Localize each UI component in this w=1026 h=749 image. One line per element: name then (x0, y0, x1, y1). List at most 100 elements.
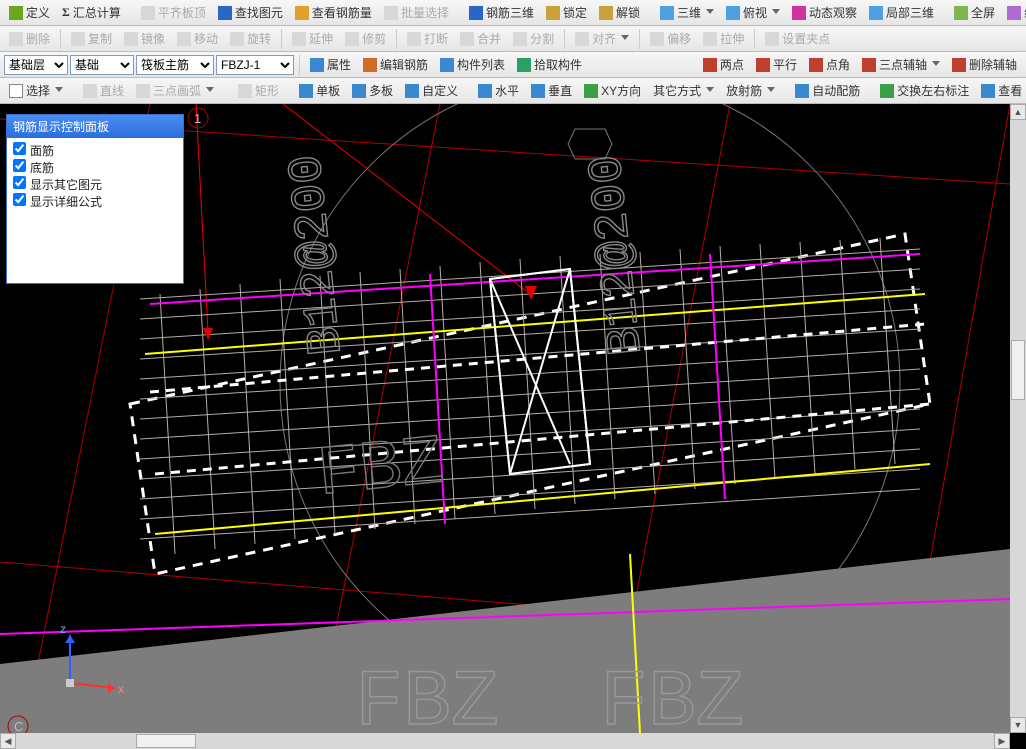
other-methods-button[interactable]: 其它方式 (648, 79, 719, 102)
horizontal-button[interactable]: 水平 (473, 79, 524, 102)
unlock-button[interactable]: 解锁 (594, 1, 645, 24)
subcategory-select[interactable]: 筏板主筋 (136, 55, 214, 75)
single-board-button[interactable]: 单板 (294, 79, 345, 102)
line-button[interactable]: 直线 (78, 79, 129, 102)
toolbar-row-3: 基础层 基础 筏板主筋 FBZJ-1 属性 编辑钢筋 构件列表 拾取构件 两点 … (0, 52, 1026, 78)
arc-icon (136, 84, 150, 98)
find-element-button[interactable]: 查找图元 (213, 1, 288, 24)
scroll-right-button[interactable]: ▶ (994, 733, 1010, 749)
fullscreen-icon (954, 6, 968, 20)
panel-item-bottom-rebar[interactable]: 底筋 (13, 159, 177, 176)
scroll-down-button[interactable]: ▼ (1010, 717, 1026, 733)
select-button[interactable]: 选择 (4, 79, 68, 102)
split-button[interactable]: 分割 (508, 27, 559, 50)
grid-bubble-1: 1 (194, 111, 201, 126)
trim-button[interactable]: 修剪 (340, 27, 391, 50)
zoom-button[interactable]: 缩放 (1002, 1, 1026, 24)
offset-button[interactable]: 偏移 (645, 27, 696, 50)
cursor-icon (9, 84, 23, 98)
rect-icon (238, 84, 252, 98)
radial-rebar-button[interactable]: 放射筋 (721, 79, 780, 102)
fullscreen-button[interactable]: 全屏 (949, 1, 1000, 24)
three-point-aux-button[interactable]: 三点辅轴 (857, 53, 945, 76)
unlock-icon (599, 6, 613, 20)
rebar-3d-button[interactable]: 钢筋三维 (464, 1, 539, 24)
orbit-icon (792, 6, 806, 20)
batch-select-button[interactable]: 批量选择 (379, 1, 454, 24)
move-button[interactable]: 移动 (172, 27, 223, 50)
scroll-left-button[interactable]: ◀ (0, 733, 16, 749)
extend-button[interactable]: 延伸 (287, 27, 338, 50)
copy-icon (71, 32, 85, 46)
parallel-button[interactable]: 平行 (751, 53, 802, 76)
rect-button[interactable]: 矩形 (233, 79, 284, 102)
define-button[interactable]: 定义 (4, 1, 55, 24)
panel-item-top-rebar[interactable]: 面筋 (13, 142, 177, 159)
stretch-button[interactable]: 拉伸 (698, 27, 749, 50)
vertical-button[interactable]: 垂直 (526, 79, 577, 102)
delete-button[interactable]: 删除 (4, 27, 55, 50)
custom-button[interactable]: 自定义 (400, 79, 463, 102)
line-icon (83, 84, 97, 98)
swap-annotation-button[interactable]: 交换左右标注 (875, 79, 974, 102)
panel-item-show-formula[interactable]: 显示详细公式 (13, 193, 177, 210)
checkbox-top-rebar[interactable] (13, 142, 26, 155)
break-button[interactable]: 打断 (402, 27, 453, 50)
grid-bubble-c: C (14, 719, 23, 733)
chevron-down-icon (706, 9, 714, 17)
chevron-down-icon (772, 9, 780, 17)
pick-component-button[interactable]: 拾取构件 (512, 53, 587, 76)
component-list-button[interactable]: 构件列表 (435, 53, 510, 76)
top-view-button[interactable]: 俯视 (721, 1, 785, 24)
rebar-display-panel[interactable]: 钢筋显示控制面板 面筋 底筋 显示其它图元 显示详细公式 (6, 114, 184, 284)
item-select[interactable]: FBZJ-1 (216, 55, 294, 75)
align-slab-top-button[interactable]: 平齐板顶 (136, 1, 211, 24)
cad-text-fbz-1: FBZ (314, 424, 448, 516)
xy-direction-button[interactable]: XY方向 (579, 79, 646, 102)
view-rebar-qty-button[interactable]: 查看钢筋量 (290, 1, 377, 24)
properties-button[interactable]: 属性 (305, 53, 356, 76)
align-button[interactable]: 对齐 (570, 27, 634, 50)
delete-aux-button[interactable]: 删除辅轴 (947, 53, 1022, 76)
checkbox-bottom-rebar[interactable] (13, 159, 26, 172)
auto-rebar-button[interactable]: 自动配筋 (790, 79, 865, 102)
checkbox-show-other[interactable] (13, 176, 26, 189)
cad-text-fbz-2: FBZ (355, 658, 499, 733)
cube-icon (660, 6, 674, 20)
scroll-up-button[interactable]: ▲ (1010, 104, 1026, 120)
two-point-button[interactable]: 两点 (698, 53, 749, 76)
point-angle-button[interactable]: 点角 (804, 53, 855, 76)
edit-rebar-button[interactable]: 编辑钢筋 (358, 53, 433, 76)
category-select[interactable]: 基础 (70, 55, 134, 75)
copy-button[interactable]: 复制 (66, 27, 117, 50)
sumcalc-button[interactable]: Σ汇总计算 (57, 1, 126, 24)
arc3pt-button[interactable]: 三点画弧 (131, 79, 219, 102)
horizontal-scrollbar[interactable]: ◀ ▶ (0, 733, 1010, 749)
lock-icon (546, 6, 560, 20)
picker-icon (517, 58, 531, 72)
checkbox-show-formula[interactable] (13, 193, 26, 206)
toolbar-row-2: 删除 复制 镜像 移动 旋转 延伸 修剪 打断 合并 分割 对齐 偏移 拉伸 设… (0, 26, 1026, 52)
vertical-scrollbar[interactable]: ▲ ▼ (1010, 104, 1026, 733)
floor-select[interactable]: 基础层 (4, 55, 68, 75)
panel-title: 钢筋显示控制面板 (7, 115, 183, 138)
zoom-icon (1007, 6, 1021, 20)
rotate-icon (230, 32, 244, 46)
multi-board-button[interactable]: 多板 (347, 79, 398, 102)
cad-text-fbz-3: FBZ (600, 658, 744, 733)
merge-button[interactable]: 合并 (455, 27, 506, 50)
three-d-button[interactable]: 三维 (655, 1, 719, 24)
callout-arrowhead (525, 286, 537, 300)
dynamic-view-button[interactable]: 动态观察 (787, 1, 862, 24)
toolbar-row-1: 定义 Σ汇总计算 平齐板顶 查找图元 查看钢筋量 批量选择 钢筋三维 锁定 解锁… (0, 0, 1026, 26)
lock-button[interactable]: 锁定 (541, 1, 592, 24)
vscroll-thumb[interactable] (1011, 340, 1025, 400)
panel-item-show-other[interactable]: 显示其它图元 (13, 176, 177, 193)
move-icon (177, 32, 191, 46)
local-3d-button[interactable]: 局部三维 (864, 1, 939, 24)
hscroll-thumb[interactable] (136, 734, 196, 748)
view-button[interactable]: 查看 (976, 79, 1026, 102)
set-grip-button[interactable]: 设置夹点 (760, 27, 835, 50)
rotate-button[interactable]: 旋转 (225, 27, 276, 50)
mirror-button[interactable]: 镜像 (119, 27, 170, 50)
